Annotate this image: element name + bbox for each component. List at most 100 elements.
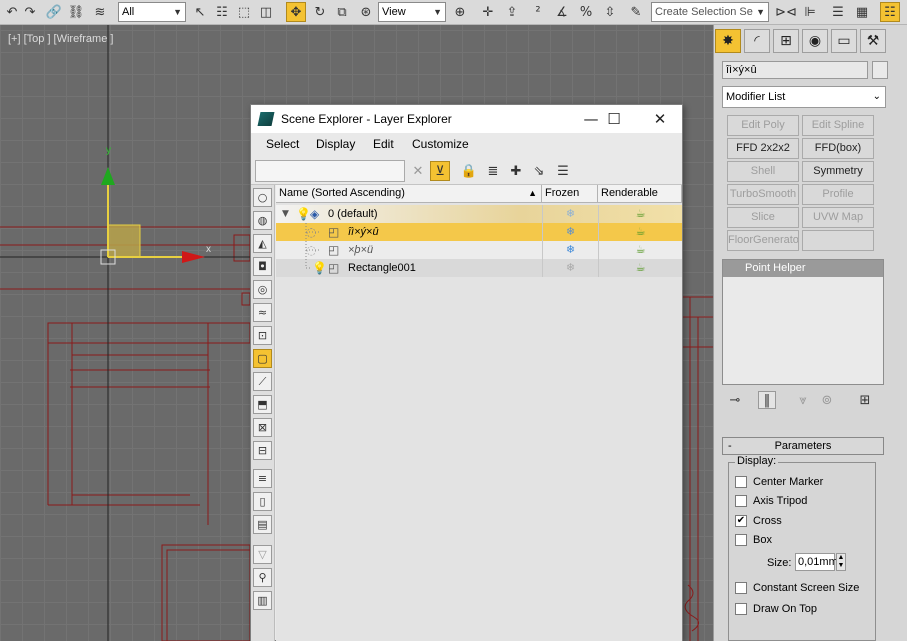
align-icon[interactable]: ⊫ [800,2,820,22]
layer-list[interactable]: Name (Sorted Ascending) ▲ Frozen Renderab… [276,185,682,641]
named-selection-sets-input[interactable]: Create Selection Se ▼ [651,2,769,22]
remove-modifier-icon[interactable]: ⊚ [818,391,836,409]
window-crossing-icon[interactable]: ◫ [256,2,276,22]
renderable-teapot-icon[interactable]: ☕ [598,259,682,277]
select-object-icon[interactable]: ↖ [190,2,210,22]
display-xrefs-icon[interactable]: ⊠ [253,418,272,437]
lock-icon[interactable]: 🔒 [459,161,479,181]
frozen-snowflake-icon[interactable]: ❄ [542,241,598,259]
filter-funnel-icon[interactable]: ▽ [253,545,272,564]
keyboard-shortcut-icon[interactable]: ⇪ [502,2,522,22]
modifier-slice-button[interactable]: Slice [727,207,799,228]
add-layer-icon[interactable]: ✚ [506,161,526,181]
display-lights-icon[interactable]: ◎ [253,280,272,299]
cross-checkbox-box[interactable]: ✔ [735,515,747,527]
menu-select[interactable]: Select [266,137,299,151]
select-by-name-icon[interactable]: ☷ [212,2,232,22]
display-cameras-icon[interactable]: ◘ [253,257,272,276]
box-checkbox[interactable]: Box [735,533,885,549]
modifier-edit-poly-button[interactable]: Edit Poly [727,115,799,136]
display-helpers-icon[interactable]: ▢ [253,349,272,368]
snaps-toggle-icon[interactable]: ² [528,2,548,22]
placement-icon[interactable]: ⊛ [356,2,376,22]
column-header-frozen[interactable]: Frozen [542,185,598,203]
move-icon[interactable]: ✥ [286,2,306,22]
unlink-icon[interactable]: ⛓ [66,2,86,22]
display-spacewarps-icon[interactable]: ≈ [253,303,272,322]
mirror-icon[interactable]: ⊳⊲ [775,2,797,22]
display-all-icon[interactable]: ○ [253,188,272,207]
draw-on-top-checkbox[interactable]: Draw On Top [735,602,885,618]
display-tab-icon[interactable]: ▭ [831,29,857,53]
modifier-floorgenerator-button[interactable]: FloorGenerator [727,230,799,251]
modifier-symmetry-button[interactable]: Symmetry [802,161,874,182]
list-item[interactable]: 💡 ◰ Rectangle001 ❄ ☕ [276,259,682,277]
constant-screen-size-checkbox-box[interactable] [735,582,747,594]
select-none-icon[interactable]: ▯ [253,492,272,511]
modifier-turbosmooth-button[interactable]: TurboSmooth [727,184,799,205]
edit-named-selection-icon[interactable]: ✎ [626,2,646,22]
display-bones-icon[interactable]: ⟋ [253,372,272,391]
stack-item-point-helper[interactable]: Point Helper [723,260,883,277]
selection-filter-dropdown[interactable]: All ▼ [118,2,186,22]
reference-coord-dropdown[interactable]: View ▼ [378,2,446,22]
modifier-list-dropdown[interactable]: Modifier List ⌄ [722,86,886,108]
display-containers-icon[interactable]: ⬒ [253,395,272,414]
clear-search-icon[interactable]: ✕ [408,161,428,181]
select-invert-icon[interactable]: ▤ [253,515,272,534]
box-checkbox-box[interactable] [735,534,747,546]
renderable-teapot-icon[interactable]: ☕ [598,223,682,241]
modifier-ffd-2x2x2-button[interactable]: FFD 2x2x2 [727,138,799,159]
explorer-title-bar[interactable]: Scene Explorer - Layer Explorer — ☐ ✕ [251,105,682,133]
utilities-tab-icon[interactable]: ⚒ [860,29,886,53]
list-item[interactable]: ▼ 💡 ◈ 0 (default) ❄ ☕ [276,205,682,223]
modifier-stack[interactable]: Point Helper [722,259,884,385]
hierarchy-view-icon[interactable]: ▥ [253,591,272,610]
object-name-field[interactable]: îì×ý×û [722,61,868,79]
constant-screen-size-checkbox[interactable]: Constant Screen Size [735,581,885,597]
explorer-search-input[interactable] [255,160,405,182]
hierarchy-tab-icon[interactable]: ⊞ [773,29,799,53]
layers-stack-icon[interactable]: ☰ [553,161,573,181]
link-icon[interactable]: 🔗 [44,2,64,22]
redo-icon[interactable]: ↷ [20,2,40,22]
modifier-profile-button[interactable]: Profile [802,184,874,205]
motion-tab-icon[interactable]: ◉ [802,29,828,53]
display-geometry-icon[interactable]: ◍ [253,211,272,230]
frozen-snowflake-icon[interactable]: ❄ [542,259,598,277]
maximize-icon[interactable]: ☐ [592,105,636,133]
pivot-center-icon[interactable]: ⊕ [450,2,470,22]
toggle-ribbon-icon[interactable]: ▦ [852,2,872,22]
center-marker-checkbox[interactable]: Center Marker [735,475,885,491]
parameters-rollout-header[interactable]: - Parameters [722,437,884,455]
bind-space-warp-icon[interactable]: ≋ [90,2,110,22]
angle-snap-icon[interactable]: ∡ [552,2,572,22]
menu-edit[interactable]: Edit [373,137,394,151]
show-end-result-icon[interactable]: ‖ [758,391,776,409]
rotate-icon[interactable]: ↻ [310,2,330,22]
list-item[interactable]: ◌ ◰ ×þ×ü ❄ ☕ [276,241,682,259]
modifier-edit-spline-button[interactable]: Edit Spline [802,115,874,136]
layer-explorer-icon[interactable]: ☰ [828,2,848,22]
list-item[interactable]: ◌ ◰ îì×ý×û ❄ ☕ [276,223,682,241]
cross-checkbox[interactable]: ✔ Cross [735,514,885,530]
display-frozen-icon[interactable]: ⊟ [253,441,272,460]
move-to-layer-icon[interactable]: ⇘ [529,161,549,181]
size-input[interactable]: 0,01mm [795,553,838,571]
pin-stack-icon[interactable]: ⊸ [726,391,744,409]
make-unique-icon[interactable]: ⩔ [794,391,812,409]
draw-on-top-checkbox-box[interactable] [735,603,747,615]
axis-tripod-checkbox[interactable]: Axis Tripod [735,494,885,510]
undo-icon[interactable]: ↶ [2,2,22,22]
object-color-swatch[interactable] [872,61,888,79]
rectangular-region-icon[interactable]: ⬚ [234,2,254,22]
create-tab-icon[interactable]: ✸ [715,29,741,53]
center-marker-checkbox-box[interactable] [735,476,747,488]
renderable-teapot-icon[interactable]: ☕ [598,205,682,223]
column-header-renderable[interactable]: Renderable [598,185,682,203]
find-icon[interactable]: ⚲ [253,568,272,587]
scale-icon[interactable]: ⧉ [332,2,352,22]
modify-tab-icon[interactable]: ◜ [744,29,770,53]
percent-snap-icon[interactable]: % [576,2,596,22]
display-shapes-icon[interactable]: ◭ [253,234,272,253]
